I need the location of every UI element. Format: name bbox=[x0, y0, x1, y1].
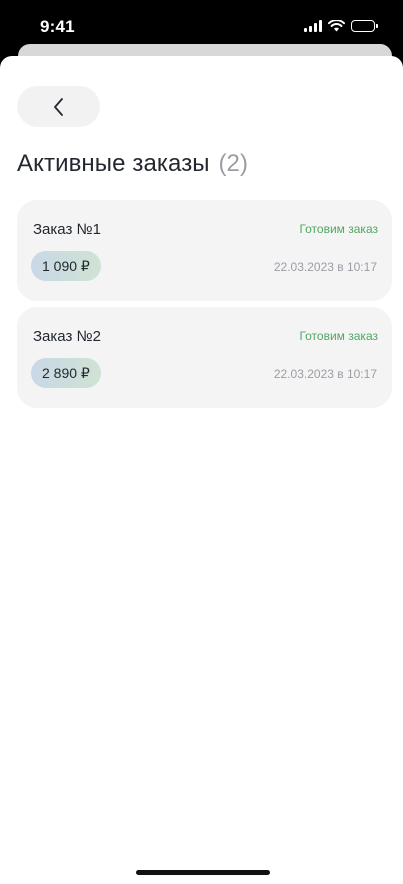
order-name: Заказ №1 bbox=[33, 221, 101, 238]
battery-icon bbox=[351, 20, 378, 32]
chevron-left-icon bbox=[53, 97, 63, 116]
orders-sheet: Активные заказы (2) Заказ №1 Готовим зак… bbox=[0, 56, 403, 884]
order-status: Готовим заказ bbox=[299, 222, 378, 236]
order-card-2[interactable]: Заказ №2 Готовим заказ 2 890 ₽ 22.03.202… bbox=[17, 307, 392, 408]
orders-count: (2) bbox=[218, 150, 249, 177]
order-card-1[interactable]: Заказ №1 Готовим заказ 1 090 ₽ 22.03.202… bbox=[17, 200, 392, 301]
order-price-badge: 2 890 ₽ bbox=[31, 358, 101, 388]
page-title-text: Активные заказы bbox=[17, 150, 210, 177]
cellular-signal-icon bbox=[304, 20, 322, 32]
order-price-badge: 1 090 ₽ bbox=[31, 251, 101, 281]
page-title: Активные заказы (2) bbox=[17, 150, 248, 178]
back-button[interactable] bbox=[17, 86, 100, 127]
order-date: 22.03.2023 в 10:17 bbox=[273, 260, 377, 274]
status-icons bbox=[304, 20, 378, 32]
wifi-icon bbox=[328, 20, 345, 32]
order-status: Готовим заказ bbox=[299, 329, 378, 343]
order-date: 22.03.2023 в 10:17 bbox=[273, 367, 377, 381]
home-indicator bbox=[136, 870, 270, 875]
order-name: Заказ №2 bbox=[33, 328, 101, 345]
status-time: 9:41 bbox=[40, 17, 75, 36]
